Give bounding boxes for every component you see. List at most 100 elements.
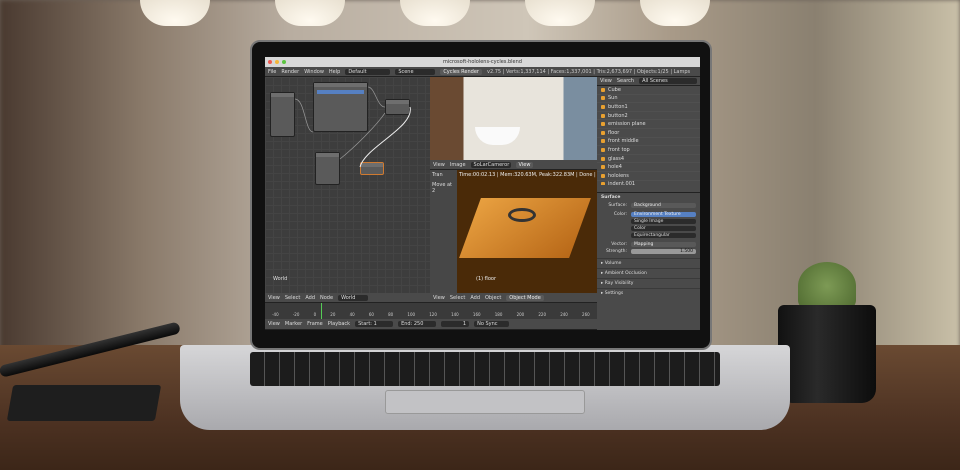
keyboard[interactable] [250,352,720,386]
color-space-select[interactable]: Color [597,225,700,232]
3d-select-menu[interactable]: Select [450,295,465,301]
timeline-tick-label: 80 [388,312,394,317]
timeline-view-menu[interactable]: View [268,321,280,327]
node-view-menu[interactable]: View [268,295,280,301]
maximize-button[interactable] [282,60,286,64]
object-icon [601,139,605,144]
object-icon [601,156,605,161]
properties-tabs[interactable] [597,185,700,193]
window-title: microsoft-hololens-cycles.blend [443,59,522,65]
outliner-item[interactable]: front middle [597,138,700,147]
node-node-menu[interactable]: Node [320,295,333,301]
close-button[interactable] [268,60,272,64]
object-icon [601,165,605,170]
mode-select[interactable]: Object Mode [506,294,544,301]
notebook [6,385,162,421]
hololens-model [508,208,536,222]
outliner-item-label: button1 [608,103,628,110]
image-slot-select[interactable]: SoLarCameror 2k [470,161,511,168]
node-editor-header: View Select Add Node World [265,293,430,303]
strength-field[interactable]: 1.500 [631,249,696,254]
image-menu[interactable]: Image [450,162,466,168]
outliner-search-menu[interactable]: Search [617,78,634,84]
timeline-tick-label: 160 [472,312,481,317]
node-tree-label: World [273,276,288,282]
3d-object-menu[interactable]: Object [485,295,501,301]
outliner-item[interactable]: glass4 [597,155,700,164]
panel-label: Settings [604,291,624,296]
outliner-view-menu[interactable]: View [600,78,612,84]
info-header: File Render Window Help Default Scene Cy… [265,67,700,77]
3d-view-menu[interactable]: View [433,295,445,301]
render-engine-select[interactable]: Cycles Render [440,68,482,75]
collapsed-panel[interactable]: ▸ Settings [597,288,700,298]
outliner-item-label: front middle [608,138,639,145]
tool-shelf-transform[interactable]: Tran [430,170,457,180]
color-label: Color: [613,212,627,217]
menu-render[interactable]: Render [281,69,299,75]
object-icon [601,122,605,127]
timeline-playback-menu[interactable]: Playback [328,321,350,327]
panel-label: Ray Visibility [604,281,634,286]
tool-shelf-move[interactable]: Move at 2 [430,180,457,196]
surface-select[interactable]: Background [631,203,696,208]
outliner-item-label: Sun [608,95,618,102]
start-frame-field[interactable]: Start: 1 [355,321,394,327]
collapsed-panel[interactable]: ▸ Volume [597,258,700,268]
outliner-item[interactable]: emission plane [597,120,700,129]
trackpad[interactable] [385,390,585,414]
outliner-item[interactable]: button2 [597,112,700,121]
scene-select[interactable]: Scene [395,68,436,75]
timeline[interactable]: -40 -20 0 20 40 60 80 100 120 140 160 180 200 220 240 2… [265,303,597,319]
vector-select[interactable]: Mapping [631,242,696,247]
collapsed-panel[interactable]: ▸ Ray Visibility [597,278,700,288]
image-view-menu[interactable]: View [433,162,445,168]
outliner-item[interactable]: Cube [597,86,700,95]
timeline-tick-label: 140 [451,312,459,317]
3d-add-menu[interactable]: Add [470,295,480,301]
outliner-item[interactable]: holoiens [597,172,700,181]
object-icon [601,147,605,152]
menu-help[interactable]: Help [329,69,340,75]
node-add-menu[interactable]: Add [305,295,315,301]
outliner-item[interactable]: button1 [597,103,700,112]
tool-shelf: Tran Move at 2 [430,170,457,293]
outliner-item-label: button2 [608,112,628,119]
view-select[interactable]: View [515,161,534,168]
outliner-filter-select[interactable]: All Scenes [639,78,697,84]
layout-select[interactable]: Default [345,68,391,75]
outliner-item[interactable]: hole4 [597,163,700,172]
end-frame-field[interactable]: End: 250 [398,321,437,327]
menu-window[interactable]: Window [304,69,324,75]
object-icon [601,87,605,92]
blender-window: microsoft-hololens-cycles.blend File Ren… [265,57,700,330]
sync-select[interactable]: No Sync [474,321,510,327]
menu-file[interactable]: File [268,69,276,75]
timeline-tick-label: 60 [368,312,374,317]
node-links [294,86,411,168]
color-select[interactable]: Environment Texture [631,212,696,217]
world-select[interactable]: World [338,294,369,301]
object-icon [601,113,605,118]
single-image-select[interactable]: Single Image [597,218,700,225]
collapsed-panel[interactable]: ▸ Ambient Occlusion [597,268,700,278]
timeline-frame-menu[interactable]: Frame [307,321,323,327]
outliner-item[interactable]: floor [597,129,700,138]
timeline-tick-label: 180 [494,312,503,317]
node-editor[interactable]: World [265,77,430,293]
current-frame-field[interactable]: 1 [441,321,470,327]
node-select-menu[interactable]: Select [285,295,300,301]
timeline-marker-menu[interactable]: Marker [285,321,302,327]
projection-select[interactable]: Equirectangular [597,232,700,239]
object-icon [601,96,605,101]
3d-viewport[interactable]: Tran Move at 2 Time:00:02.13 | Mem:320.6… [430,170,636,293]
surface-label: Surface: [608,203,627,208]
outliner-item-label: holoiens [608,172,629,179]
surface-panel-header[interactable]: Surface [597,193,700,202]
timeline-header: View Marker Frame Playback Start: 1 End:… [265,319,597,330]
object-icon [601,173,605,178]
minimize-button[interactable] [275,60,279,64]
active-object-label: (1) floor [476,276,496,282]
outliner-item[interactable]: front top [597,146,700,155]
outliner-item[interactable]: Sun [597,95,700,104]
